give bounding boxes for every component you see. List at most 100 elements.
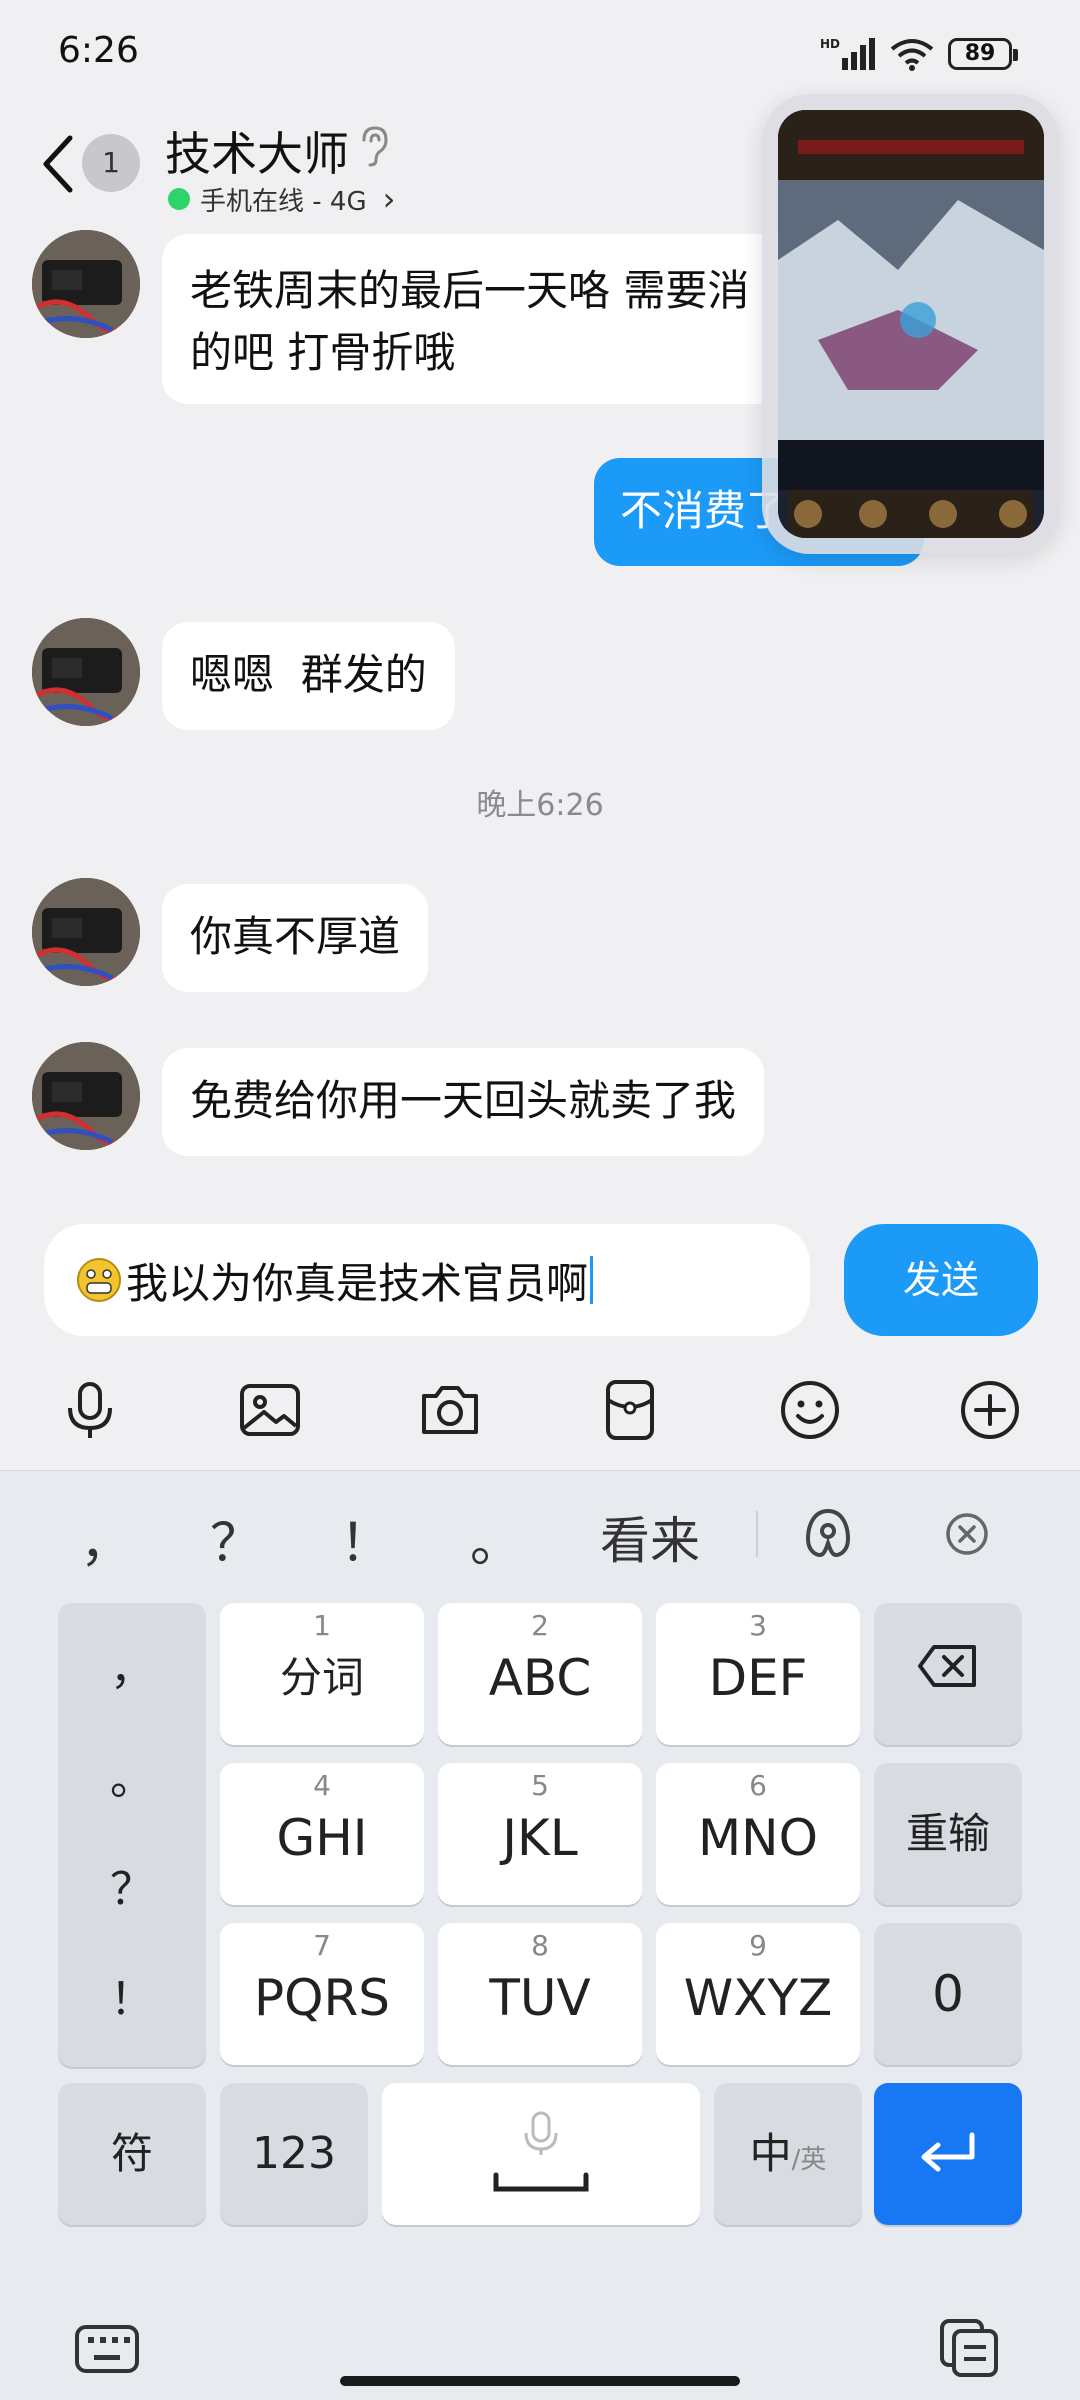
red-packet-icon[interactable]: [598, 1378, 662, 1442]
candidate-period[interactable]: 。: [470, 1501, 522, 1576]
candidate-word[interactable]: 看来: [600, 1501, 700, 1573]
symbol-key-exclaim[interactable]: ！: [58, 1963, 206, 2027]
unread-count-badge[interactable]: 1: [82, 134, 140, 192]
message-text: 嗯嗯 群发的: [190, 650, 427, 699]
key-number: 7: [313, 1929, 331, 1962]
message-bubble-incoming[interactable]: 嗯嗯 群发的: [162, 622, 455, 730]
language-switch-key[interactable]: 中/英: [714, 2083, 862, 2225]
key-7[interactable]: 7 PQRS: [220, 1923, 424, 2065]
keyboard: ， ？ ！ 。 看来 ， 。 ？ ！ 1 分词 2 ABC 3 DEF 4 GH…: [0, 1470, 1080, 2400]
key-label: 重输: [905, 1809, 990, 1858]
symbol-key-comma[interactable]: ，: [58, 1633, 206, 1697]
keyboard-switch-icon[interactable]: [74, 2321, 140, 2377]
key-number: 9: [749, 1929, 767, 1962]
key-6[interactable]: 6 MNO: [656, 1763, 860, 1905]
input-value: 我以为你真是技术官员啊: [126, 1258, 589, 1308]
contact-avatar[interactable]: [32, 230, 140, 338]
message-input[interactable]: 我以为你真是技术官员啊: [44, 1224, 810, 1336]
key-9[interactable]: 9 WXYZ: [656, 1923, 860, 2065]
send-button[interactable]: 发送: [844, 1224, 1038, 1336]
home-indicator[interactable]: [340, 2376, 740, 2386]
key-1[interactable]: 1 分词: [220, 1603, 424, 1745]
key-3[interactable]: 3 DEF: [656, 1603, 860, 1745]
contact-avatar[interactable]: [32, 1042, 140, 1150]
symbol-key-period[interactable]: 。: [58, 1743, 206, 1807]
message-bubble-incoming[interactable]: 老铁周末的最后一天咯 需要消 的吧 打骨折哦: [162, 234, 802, 404]
key-label: GHI: [276, 1809, 368, 1867]
symbol-key-question[interactable]: ？: [58, 1853, 206, 1917]
floating-window-preview[interactable]: [778, 110, 1044, 538]
key-4[interactable]: 4 GHI: [220, 1763, 424, 1905]
close-candidates-icon[interactable]: [944, 1511, 990, 1557]
lang-sub: /英: [791, 2145, 827, 2175]
space-key[interactable]: [382, 2083, 700, 2225]
enter-key[interactable]: [874, 2083, 1022, 2225]
key-label: 0: [932, 1965, 964, 2023]
retype-key[interactable]: 重输: [874, 1763, 1022, 1905]
candidate-exclaim[interactable]: ！: [340, 1501, 392, 1576]
contact-avatar[interactable]: [32, 878, 140, 986]
earpiece-mode-icon: [362, 126, 388, 167]
enter-icon: [921, 2132, 975, 2172]
status-icons: HD 89: [820, 36, 1018, 72]
online-status[interactable]: 手机在线 - 4G ›: [168, 180, 395, 218]
candidate-divider: [756, 1511, 758, 1557]
message-bubble-incoming[interactable]: 免费给你用一天回头就卖了我: [162, 1048, 765, 1156]
symbol-column[interactable]: ， 。 ？ ！: [58, 1603, 206, 2067]
message-text: 免费给你用一天回头就卖了我: [190, 1076, 737, 1125]
back-arrow-icon[interactable]: [38, 132, 78, 196]
composer-toolbar: [0, 1358, 1080, 1458]
battery-indicator: 89: [948, 38, 1018, 70]
key-number: 1: [313, 1609, 331, 1642]
key-2[interactable]: 2 ABC: [438, 1603, 642, 1745]
message-text: 的吧 打骨折哦: [190, 328, 456, 377]
plus-icon[interactable]: [958, 1378, 1022, 1442]
space-mic-icon: [493, 2111, 589, 2192]
message-timestamp: 晚上6:26: [476, 788, 604, 823]
key-number: 8: [531, 1929, 549, 1962]
avatar-image: [32, 230, 140, 338]
emoji-icon[interactable]: [778, 1378, 842, 1442]
key-label: MNO: [698, 1809, 818, 1867]
avatar-image: [32, 878, 140, 986]
image-icon[interactable]: [238, 1378, 302, 1442]
status-time: 6:26: [58, 30, 139, 71]
wifi-icon: [890, 39, 934, 71]
cellular-signal-icon: HD: [820, 37, 875, 70]
key-8[interactable]: 8 TUV: [438, 1923, 642, 2065]
microphone-icon[interactable]: [58, 1378, 122, 1442]
key-label: PQRS: [254, 1969, 390, 2027]
chevron-right-icon: ›: [382, 180, 396, 218]
candidate-question[interactable]: ？: [210, 1501, 262, 1576]
number-mode-key[interactable]: 123: [220, 2083, 368, 2225]
contact-avatar[interactable]: [32, 618, 140, 726]
key-5[interactable]: 5 JKL: [438, 1763, 642, 1905]
camera-icon[interactable]: [418, 1378, 482, 1442]
ai-assistant-icon[interactable]: [800, 1505, 856, 1561]
symbols-key[interactable]: 符: [58, 2083, 206, 2225]
key-label: 123: [252, 2128, 336, 2179]
avatar-image: [32, 618, 140, 726]
key-label: TUV: [489, 1969, 591, 2027]
online-status-text: 手机在线 - 4G: [200, 186, 367, 217]
key-number: 2: [531, 1609, 549, 1642]
floating-app-window[interactable]: [762, 94, 1060, 554]
online-dot-icon: [168, 188, 190, 210]
key-label: WXYZ: [683, 1969, 833, 2027]
contact-name[interactable]: 技术大师: [165, 118, 349, 184]
message-text: 你真不厚道: [190, 912, 401, 961]
text-caret: [590, 1256, 594, 1304]
zero-key[interactable]: 0: [874, 1923, 1022, 2065]
key-number: 4: [313, 1769, 331, 1802]
backspace-key[interactable]: [874, 1603, 1022, 1745]
message-bubble-incoming[interactable]: 你真不厚道: [162, 884, 429, 992]
grinning-emoji-icon: [77, 1258, 121, 1302]
key-label: 分词: [279, 1653, 364, 1702]
avatar-image: [32, 1042, 140, 1150]
language-switch-label: 中/英: [714, 2083, 862, 2234]
clipboard-icon[interactable]: [938, 2317, 1000, 2379]
candidate-bar: ， ？ ！ 。 看来: [0, 1471, 1080, 1601]
key-number: 6: [749, 1769, 767, 1802]
message-text: 老铁周末的最后一天咯 需要消: [190, 266, 750, 315]
candidate-comma[interactable]: ，: [80, 1501, 132, 1576]
